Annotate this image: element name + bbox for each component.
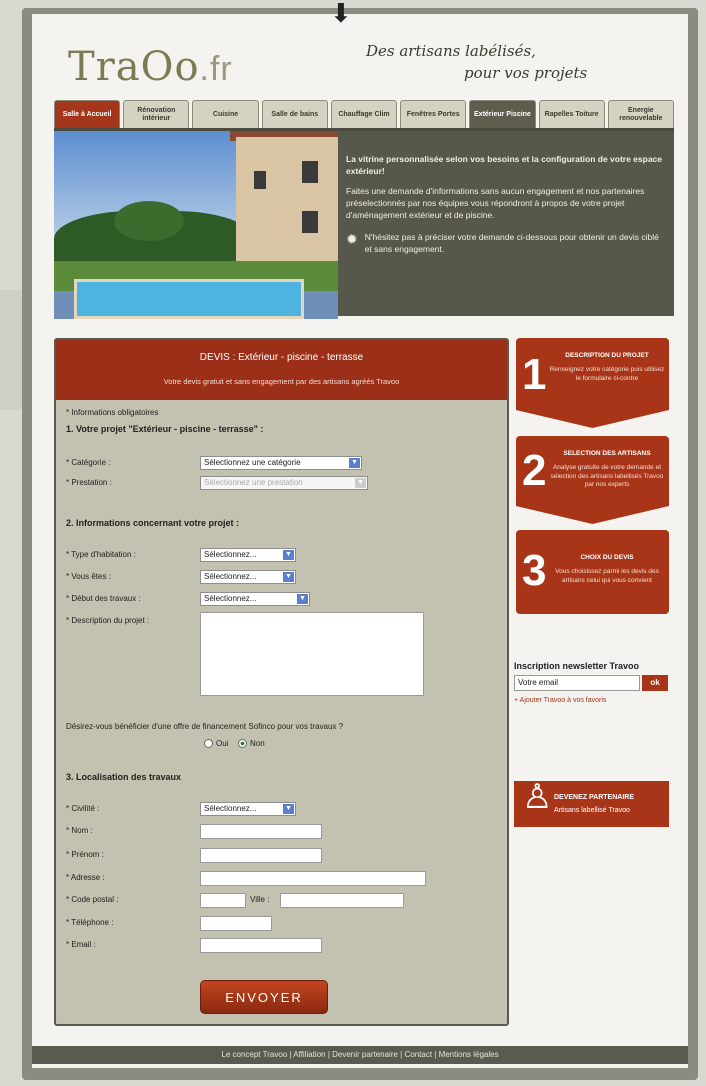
arrow-icon: ⬇ [330,0,352,28]
step-number: 3 [522,546,547,595]
newsletter-email-input[interactable]: Votre email [514,675,640,691]
radio-oui[interactable]: Oui [204,739,228,748]
step-number: 2 [522,446,547,495]
adresse-label: * Adresse : [66,873,105,882]
categorie-select[interactable]: Sélectionnez une catégorie ▼ [200,456,362,470]
tab-toiture[interactable]: Rapelles Toiture [538,100,605,128]
required-note: * Informations obligatoires [66,408,159,417]
partner-title: DEVENEZ PARTENAIRE [554,794,634,801]
debut-select[interactable]: Sélectionnez... ▼ [200,592,310,606]
step-1: 1 DESCRIPTION DU PROJET Renseignez votre… [516,338,669,410]
section2-title: 2. Informations concernant votre projet … [66,518,240,528]
chevron-down-icon: ▼ [349,458,360,468]
step-3: 3 CHOIX DU DEVIS Vous choisissez parmi l… [516,530,669,614]
form-subtitle: Votre devis gratuit et sans engagement p… [163,377,400,386]
chevron-down-icon: ▼ [283,572,294,582]
debut-label: * Début des travaux : [66,594,141,603]
section3-title: 3. Localisation des travaux [66,772,182,782]
adresse-input[interactable] [200,871,426,886]
tab-exterieur[interactable]: Extérieur Piscine [469,100,536,128]
civilite-select[interactable]: Sélectionnez... ▼ [200,802,296,816]
email-input[interactable] [200,938,322,953]
form-header: DEVIS : Extérieur - piscine - terrasse V… [56,340,507,400]
prenom-input[interactable] [200,848,322,863]
pool-house-photo [54,131,338,319]
code-postal-label: * Code postal : [66,895,119,904]
description-label: * Description du projet : [66,616,150,625]
habitation-label: * Type d'habitation : [66,550,136,559]
step-desc: Vous choisissez parmi les devis des arti… [555,568,659,584]
newsletter-title: Inscription newsletter Travoo [514,661,640,671]
nom-label: * Nom : [66,826,93,835]
slogan-line2: pour vos projets [464,64,588,82]
tab-chauffage[interactable]: Chauffage Clim [330,100,398,128]
hero-banner: La vitrine personnalisée selon vos besoi… [54,128,674,319]
email-label: * Email : [66,940,96,949]
step-2: 2 SELECTION DES ARTISANS Analyse gratuit… [516,436,669,506]
tab-salle-de-bains[interactable]: Salle de bains [261,100,328,128]
site-logo[interactable]: TraOo.fr [68,44,233,90]
tab-accueil[interactable]: Salle à Accueil [54,100,121,128]
hero-title: La vitrine personnalisée selon vos besoi… [346,154,663,176]
telephone-label: * Téléphone : [66,918,114,927]
chevron-down-icon: ▼ [283,550,294,560]
section1-title: 1. Votre projet "Extérieur - piscine - t… [66,424,264,434]
radio-non[interactable]: Non [238,739,265,748]
prestation-select[interactable]: Sélectionnez une prestation ▼ [200,476,368,490]
partner-subtitle: Artisans labellisé Travoo [554,807,630,814]
main-nav: Salle à Accueil Rénovation intérieur Cui… [54,100,674,128]
slogan-line1: Des artisans labélisés, [366,42,536,60]
tab-cuisine[interactable]: Cuisine [192,100,259,128]
civilite-label: * Civilité : [66,804,100,813]
habitation-select[interactable]: Sélectionnez... ▼ [200,548,296,562]
code-postal-input[interactable] [200,893,246,908]
person-icon: ♙ [522,778,553,816]
quote-form: DEVIS : Extérieur - piscine - terrasse V… [54,338,509,1026]
step-title: SELECTION DES ARTISANS [563,450,651,457]
prestation-label: * Prestation : [66,478,112,487]
description-textarea[interactable] [200,612,424,696]
newsletter-ok-button[interactable]: ok [642,675,668,691]
chevron-down-icon: ▼ [355,478,366,488]
tab-energie[interactable]: Energie renouvelable [607,100,674,128]
vous-etes-label: * Vous êtes : [66,572,111,581]
ville-label: Ville : [250,895,270,904]
step-desc: Analyse gratuite de votre demande et sél… [550,464,664,488]
hero-body: Faites une demande d'informations sans a… [346,186,645,220]
add-favorites-link[interactable]: + Ajouter Travoo à vos favoris [514,697,606,704]
hero-text: La vitrine personnalisée selon vos besoi… [346,153,664,255]
step-desc: Renseignez votre catégorie puis utilisez… [549,366,665,382]
nom-input[interactable] [200,824,322,839]
footer-links[interactable]: Le concept Travoo | Affiliation | Deveni… [32,1046,688,1064]
submit-button[interactable]: ENVOYER [200,980,328,1014]
chevron-down-icon: ▼ [297,594,308,604]
step-title: DESCRIPTION DU PROJET [565,352,649,359]
prenom-label: * Prénom : [66,850,104,859]
tab-renovation[interactable]: Rénovation intérieur [123,100,190,128]
step-title: CHOIX DU DEVIS [580,554,634,561]
chevron-down-icon: ▼ [283,804,294,814]
hero-note: N'hésitez pas à préciser votre demande c… [364,232,659,254]
sun-icon: ✹ [346,231,358,247]
telephone-input[interactable] [200,916,272,931]
ville-input[interactable] [280,893,404,908]
partner-banner[interactable]: ♙ DEVENEZ PARTENAIRE Artisans labellisé … [514,778,669,827]
step-number: 1 [522,350,547,399]
vous-etes-select[interactable]: Sélectionnez... ▼ [200,570,296,584]
categorie-label: * Catégorie : [66,458,111,467]
tab-fenetres[interactable]: Fenêtres Portes [400,100,467,128]
financement-question: Désirez-vous bénéficier d'une offre de f… [66,722,344,731]
form-title: DEVIS : Extérieur - piscine - terrasse [199,352,364,363]
